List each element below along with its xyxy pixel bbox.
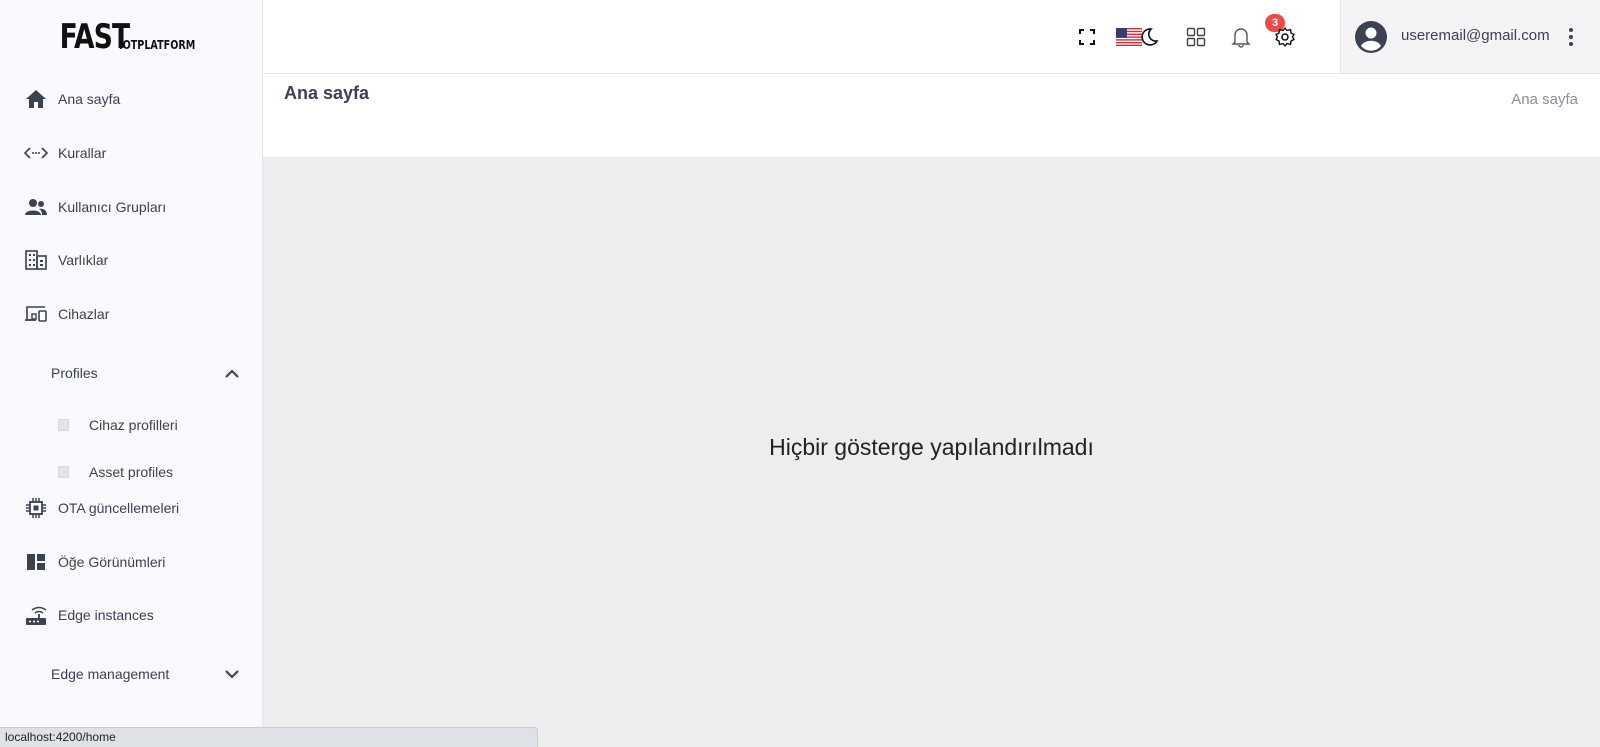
sidebar-item-asset-profiles[interactable]: Asset profiles: [0, 452, 262, 492]
chip-icon: [24, 496, 48, 520]
user-menu[interactable]: useremail@gmail.com: [1340, 0, 1600, 73]
sidebar-group-edge-management[interactable]: Edge management: [0, 654, 262, 694]
sidebar-item-kullanici-gruplari[interactable]: Kullanıcı Grupları: [0, 187, 262, 227]
sidebar: FAST IOTPLATFORM Ana sayfa Kurallar Kull…: [0, 0, 263, 747]
dashboard-area: Hiçbir gösterge yapılandırılmadı: [263, 158, 1600, 747]
chevron-up-icon[interactable]: [222, 363, 242, 383]
moon-icon[interactable]: [1137, 25, 1161, 49]
dashboard-layout-icon: [24, 550, 48, 574]
more-vert-icon[interactable]: [1567, 26, 1575, 48]
sidebar-group-profiles[interactable]: Profiles: [0, 353, 262, 393]
square-icon: [58, 419, 69, 431]
page-title: Ana sayfa: [284, 83, 370, 103]
top-header: 3 useremail@gmail.com: [263, 0, 1600, 74]
home-icon: [24, 87, 48, 111]
empty-dashboard-message: Hiçbir gösterge yapılandırılmadı: [769, 434, 1094, 460]
logo[interactable]: FAST IOTPLATFORM: [0, 0, 262, 74]
sidebar-item-varliklar[interactable]: Varlıklar: [0, 240, 262, 280]
sidebar-item-label: Varlıklar: [58, 252, 109, 268]
sidebar-item-ana-sayfa[interactable]: Ana sayfa: [0, 79, 262, 119]
sidebar-item-kurallar[interactable]: Kurallar: [0, 133, 262, 173]
sidebar-item-label: Öğe Görünümleri: [58, 554, 166, 570]
sidebar-item-label: Cihaz profilleri: [89, 417, 178, 433]
router-icon: [24, 603, 48, 627]
sidebar-item-label: Cihazlar: [58, 306, 110, 322]
page-heading-bar: Ana sayfa Ana sayfa: [263, 74, 1600, 158]
sidebar-group-label: Edge management: [51, 666, 170, 682]
building-icon: [24, 248, 48, 272]
code-arrows-icon: [24, 141, 48, 165]
fullscreen-icon[interactable]: [1075, 25, 1099, 49]
chevron-down-icon[interactable]: [222, 664, 242, 684]
sidebar-item-edge-instances[interactable]: Edge instances: [0, 595, 262, 635]
bell-icon[interactable]: [1229, 25, 1253, 49]
sidebar-item-label: OTA güncellemeleri: [58, 500, 180, 516]
sidebar-item-cihaz-profilleri[interactable]: Cihaz profilleri: [0, 405, 262, 445]
sidebar-item-label: Asset profiles: [89, 464, 174, 480]
sidebar-item-label: Kurallar: [58, 145, 107, 161]
sidebar-item-label: Kullanıcı Grupları: [58, 199, 167, 215]
grid-apps-icon[interactable]: [1184, 25, 1208, 49]
sidebar-item-label: Ana sayfa: [58, 91, 121, 107]
sidebar-item-oge-gorunumleri[interactable]: Öğe Görünümleri: [0, 542, 262, 582]
square-icon: [58, 466, 69, 478]
browser-status-bar: localhost:4200/home: [0, 727, 538, 747]
logo-text-iot-platform: IOTPLATFORM: [118, 38, 196, 52]
sidebar-group-label: Profiles: [51, 365, 98, 381]
users-icon: [24, 195, 48, 219]
sidebar-item-label: Edge instances: [58, 607, 154, 623]
sidebar-item-cihazlar[interactable]: Cihazlar: [0, 294, 262, 334]
user-email: useremail@gmail.com: [1401, 27, 1550, 44]
breadcrumb[interactable]: Ana sayfa: [1511, 91, 1578, 108]
gear-icon[interactable]: [1273, 25, 1297, 49]
sidebar-item-ota-guncellemeleri[interactable]: OTA güncellemeleri: [0, 488, 262, 528]
devices-icon: [24, 302, 48, 326]
account-circle-icon: [1355, 21, 1387, 53]
